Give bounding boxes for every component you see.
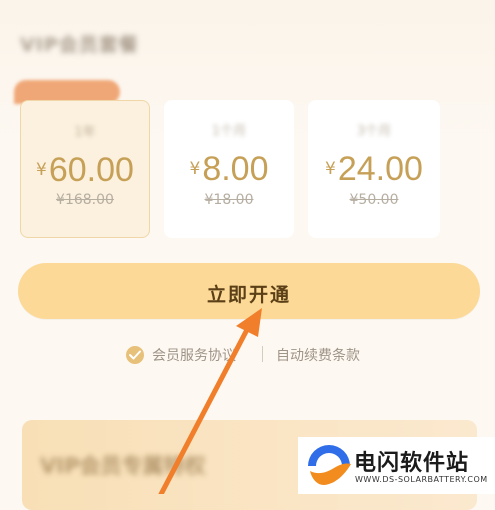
- plan-card-monthly[interactable]: 1个月 ¥8.00: [164, 100, 294, 238]
- plan-price: ¥24.00: [325, 150, 423, 188]
- plan-name: 1年: [74, 125, 96, 140]
- watermark-name: 电闪软件站: [354, 451, 470, 476]
- activate-now-label: 立即开通: [206, 285, 291, 306]
- lightning-logo-icon: [308, 445, 351, 485]
- watermark: 电闪软件站 WWW.DS-SOLARBATTERY.COM: [298, 437, 495, 494]
- plan-card-quarterly[interactable]: 3个月 ¥24.00: [308, 100, 440, 238]
- plan-card-yearly[interactable]: 1年 ¥60.00: [20, 100, 150, 238]
- banner-title: VIP会员专属特权: [40, 454, 206, 478]
- checkmark-icon: [129, 350, 141, 360]
- original-price: ¥18.00: [204, 192, 254, 208]
- original-price: ¥168.00: [56, 192, 114, 208]
- auto-renewal-terms-link[interactable]: 自动续费条款: [276, 345, 360, 365]
- plan-price: ¥8.00: [189, 150, 269, 188]
- original-price: ¥50.00: [349, 192, 399, 208]
- service-agreement-link[interactable]: 会员服务协议: [152, 345, 236, 365]
- divider: [262, 346, 263, 362]
- section-title: VIP会员套餐: [20, 34, 139, 56]
- plan-name: 1个月: [211, 124, 247, 139]
- agreement-checkbox[interactable]: [126, 346, 144, 364]
- plan-price: ¥60.00: [36, 151, 134, 189]
- plan-name: 3个月: [356, 124, 392, 139]
- activate-now-button[interactable]: 立即开通: [18, 263, 480, 319]
- watermark-url: WWW.DS-SOLARBATTERY.COM: [355, 475, 488, 484]
